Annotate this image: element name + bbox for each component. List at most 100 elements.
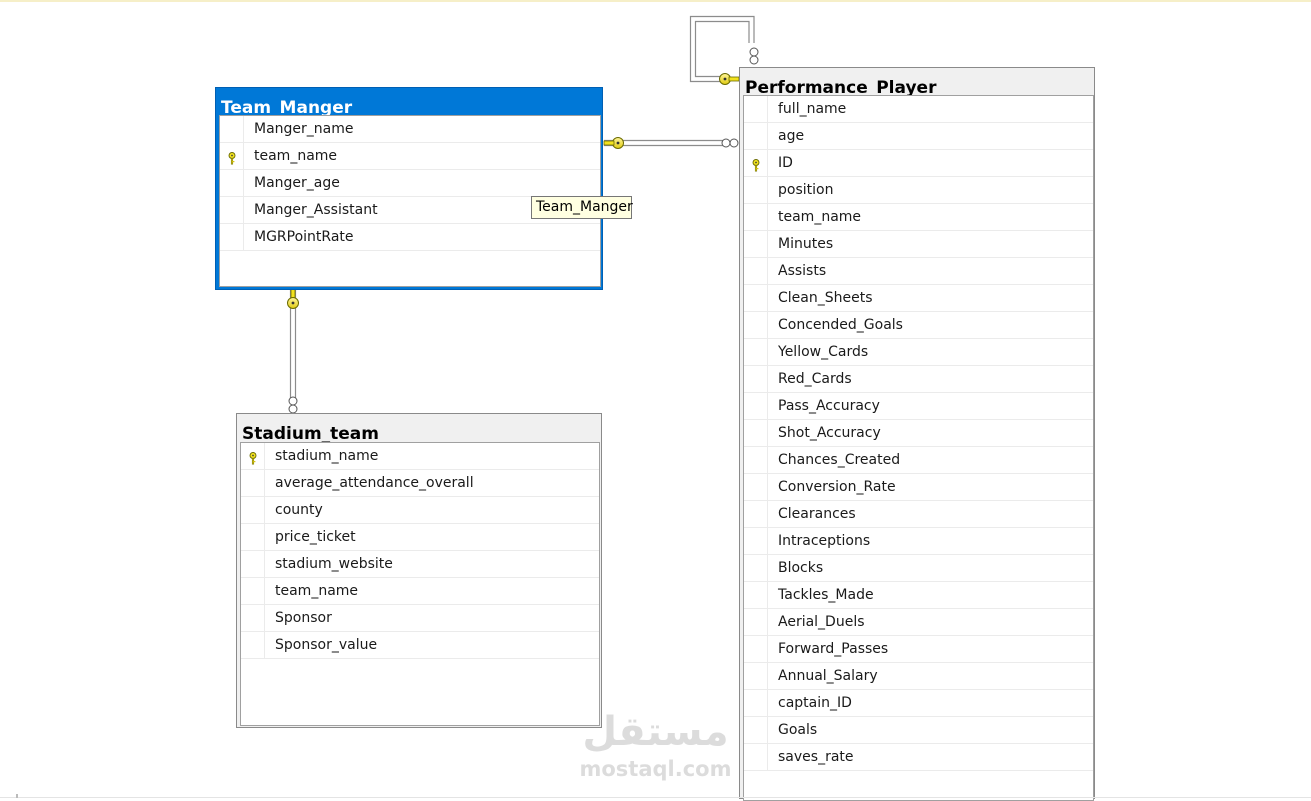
column-row[interactable]: MGRPointRate — [220, 224, 600, 251]
row-selector[interactable] — [241, 605, 265, 631]
row-selector[interactable] — [241, 578, 265, 604]
table-stadium-team[interactable]: Stadium_team stadium_name average_attenda… — [236, 413, 602, 728]
row-selector[interactable] — [744, 420, 768, 446]
column-row[interactable]: Annual_Salary — [744, 663, 1093, 690]
primary-key-icon — [249, 450, 257, 465]
primary-key-icon — [752, 157, 760, 172]
column-name: captain_ID — [778, 695, 852, 711]
row-selector[interactable] — [744, 231, 768, 257]
row-selector[interactable] — [220, 116, 244, 142]
column-row[interactable]: Blocks — [744, 555, 1093, 582]
row-selector[interactable] — [220, 143, 244, 169]
column-row[interactable]: Forward_Passes — [744, 636, 1093, 663]
column-name: Intraceptions — [778, 533, 871, 549]
row-selector[interactable] — [744, 582, 768, 608]
row-selector[interactable] — [744, 447, 768, 473]
column-name: Chances_Created — [778, 452, 901, 468]
relationship-team-manger-stadium-team[interactable] — [287, 288, 299, 414]
column-row[interactable]: captain_ID — [744, 690, 1093, 717]
row-selector[interactable] — [744, 366, 768, 392]
column-row[interactable]: ID — [744, 150, 1093, 177]
row-selector[interactable] — [744, 555, 768, 581]
column-row[interactable]: Conversion_Rate — [744, 474, 1093, 501]
row-selector[interactable] — [744, 690, 768, 716]
column-row[interactable]: Minutes — [744, 231, 1093, 258]
row-selector[interactable] — [744, 285, 768, 311]
table-team-manger[interactable]: Team_Manger Manger_name team_name Manger_a… — [215, 87, 603, 290]
column-row[interactable]: county — [241, 497, 599, 524]
column-row[interactable]: Red_Cards — [744, 366, 1093, 393]
column-row[interactable]: Sponsor_value — [241, 632, 599, 659]
column-row[interactable]: Intraceptions — [744, 528, 1093, 555]
row-selector[interactable] — [744, 177, 768, 203]
column-row[interactable]: stadium_name — [241, 443, 599, 470]
bottom-border — [0, 797, 1311, 798]
column-row[interactable]: Clearances — [744, 501, 1093, 528]
row-selector[interactable] — [744, 258, 768, 284]
row-selector[interactable] — [744, 96, 768, 122]
column-row[interactable]: age — [744, 123, 1093, 150]
column-row[interactable]: Manger_name — [220, 116, 600, 143]
row-selector[interactable] — [241, 632, 265, 658]
column-row[interactable]: team_name — [744, 204, 1093, 231]
column-list[interactable]: stadium_name average_attendance_overallco… — [240, 442, 600, 726]
row-selector[interactable] — [744, 312, 768, 338]
row-selector[interactable] — [241, 551, 265, 577]
row-selector[interactable] — [744, 501, 768, 527]
column-row[interactable]: Concended_Goals — [744, 312, 1093, 339]
column-row[interactable]: Pass_Accuracy — [744, 393, 1093, 420]
watermark-url: mostaql.com — [579, 757, 732, 781]
row-selector[interactable] — [744, 123, 768, 149]
column-name: Conversion_Rate — [778, 479, 896, 495]
column-row[interactable]: Manger_age — [220, 170, 600, 197]
row-selector[interactable] — [241, 524, 265, 550]
row-selector[interactable] — [744, 204, 768, 230]
column-name: Goals — [778, 722, 818, 738]
column-row[interactable]: Assists — [744, 258, 1093, 285]
column-name: Concended_Goals — [778, 317, 903, 333]
row-selector[interactable] — [744, 663, 768, 689]
row-selector[interactable] — [744, 636, 768, 662]
column-row[interactable]: position — [744, 177, 1093, 204]
row-selector[interactable] — [220, 224, 244, 250]
table-performance-player[interactable]: Performance_Player full_name age ID positio… — [739, 67, 1095, 801]
row-selector[interactable] — [220, 170, 244, 196]
row-selector[interactable] — [241, 470, 265, 496]
column-row[interactable]: Shot_Accuracy — [744, 420, 1093, 447]
column-row[interactable]: Clean_Sheets — [744, 285, 1093, 312]
row-selector[interactable] — [744, 744, 768, 770]
column-row[interactable]: Aerial_Duels — [744, 609, 1093, 636]
row-selector[interactable] — [744, 474, 768, 500]
column-name: MGRPointRate — [254, 229, 354, 245]
column-row[interactable]: stadium_website — [241, 551, 599, 578]
column-name: age — [778, 128, 805, 144]
column-row[interactable]: average_attendance_overall — [241, 470, 599, 497]
column-row[interactable]: price_ticket — [241, 524, 599, 551]
column-row[interactable]: team_name — [220, 143, 600, 170]
column-name: average_attendance_overall — [275, 475, 474, 491]
row-selector[interactable] — [744, 150, 768, 176]
column-name: Tackles_Made — [778, 587, 874, 603]
column-row[interactable]: Goals — [744, 717, 1093, 744]
column-row[interactable]: Yellow_Cards — [744, 339, 1093, 366]
column-name: ID — [778, 155, 793, 171]
column-list[interactable]: full_nameage ID position team_name Minutes As… — [743, 95, 1094, 801]
column-name: Manger_name — [254, 121, 354, 137]
row-selector[interactable] — [241, 497, 265, 523]
row-selector[interactable] — [744, 717, 768, 743]
column-row[interactable]: saves_rate — [744, 744, 1093, 771]
column-name: position — [778, 182, 834, 198]
column-row[interactable]: Sponsor — [241, 605, 599, 632]
row-selector[interactable] — [241, 443, 265, 469]
row-selector[interactable] — [744, 609, 768, 635]
column-row[interactable]: Tackles_Made — [744, 582, 1093, 609]
column-row[interactable]: full_name — [744, 96, 1093, 123]
row-selector[interactable] — [744, 393, 768, 419]
column-name: Assists — [778, 263, 827, 279]
row-selector[interactable] — [744, 339, 768, 365]
relationship-team-manger-performance-player[interactable] — [603, 137, 739, 149]
row-selector[interactable] — [220, 197, 244, 223]
row-selector[interactable] — [744, 528, 768, 554]
column-row[interactable]: team_name — [241, 578, 599, 605]
column-row[interactable]: Chances_Created — [744, 447, 1093, 474]
